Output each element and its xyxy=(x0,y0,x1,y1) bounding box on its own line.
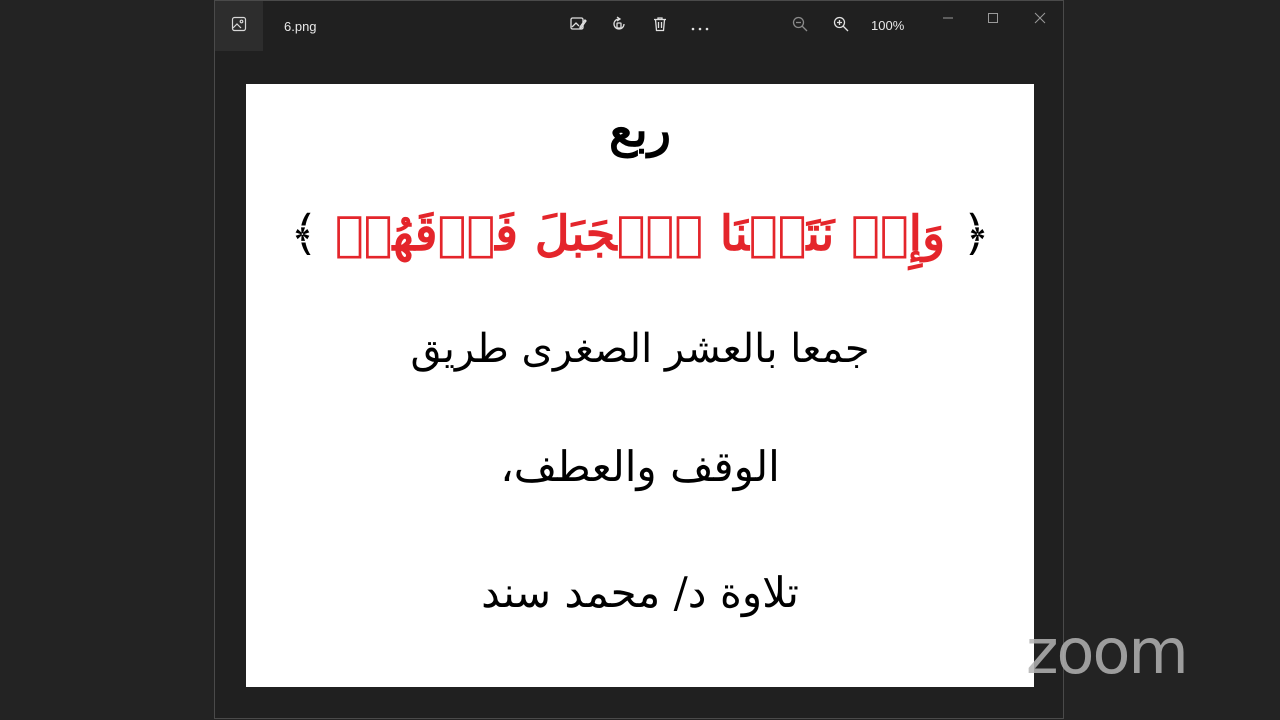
ornate-bracket-close: ﴾ xyxy=(290,206,319,262)
minimize-button[interactable] xyxy=(933,7,963,29)
close-icon xyxy=(1034,9,1046,28)
photos-app-window: 6.png 100% ربع ﴿ وَإِذۡ نَتَقۡنَا ٱلۡجَب… xyxy=(214,0,1064,719)
image-icon xyxy=(231,16,247,36)
more-options-button[interactable] xyxy=(687,13,713,39)
app-icon-button[interactable] xyxy=(215,1,263,51)
zoom-in-button[interactable] xyxy=(828,13,854,39)
zoom-level-indicator[interactable]: 100% xyxy=(871,18,904,33)
delete-icon xyxy=(652,16,668,36)
image-text-line-3: جمعا بالعشر الصغرى طريق xyxy=(410,326,870,372)
maximize-icon xyxy=(987,9,999,28)
edit-image-button[interactable] xyxy=(565,13,591,39)
more-icon xyxy=(690,17,710,36)
image-text-line-4: الوقف والعطف، xyxy=(500,442,780,491)
zoom-out-button[interactable] xyxy=(787,13,813,39)
image-verse-line: ﴿ وَإِذۡ نَتَقۡنَا ٱلۡجَبَلَ فَوۡقَهُمۡ … xyxy=(246,206,1034,262)
verse-text: وَإِذۡ نَتَقۡنَا ٱلۡجَبَلَ فَوۡقَهُمۡ xyxy=(334,206,946,262)
rotate-button[interactable] xyxy=(606,13,632,39)
ornate-bracket-open: ﴿ xyxy=(961,206,990,262)
title-bar: 6.png 100% xyxy=(215,1,1063,51)
image-text-line-1: ربع xyxy=(608,102,672,158)
displayed-image: ربع ﴿ وَإِذۡ نَتَقۡنَا ٱلۡجَبَلَ فَوۡقَه… xyxy=(246,84,1034,687)
rotate-icon xyxy=(610,15,628,37)
file-name: 6.png xyxy=(284,19,317,34)
close-button[interactable] xyxy=(1025,7,1055,29)
zoom-in-icon xyxy=(833,16,849,36)
edit-image-icon xyxy=(569,15,587,37)
zoom-out-icon xyxy=(792,16,808,36)
zoom-watermark-logo: zoom xyxy=(1026,615,1189,688)
minimize-icon xyxy=(942,9,954,28)
image-text-line-5: تلاوة د/ محمد سند xyxy=(481,568,799,617)
maximize-button[interactable] xyxy=(978,7,1008,29)
delete-button[interactable] xyxy=(647,13,673,39)
